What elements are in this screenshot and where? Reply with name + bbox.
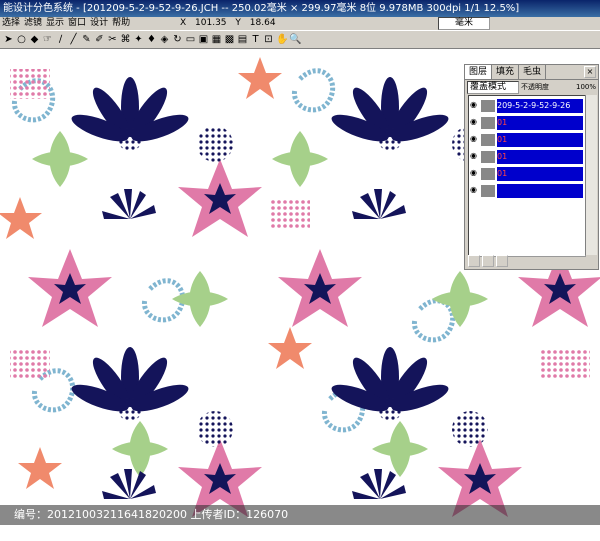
layer-scrollbar[interactable] (585, 95, 597, 255)
eye-icon[interactable]: ◉ (470, 169, 478, 177)
brush-icon[interactable]: ✐ (94, 33, 105, 46)
layer-thumbnail (481, 185, 495, 197)
close-icon[interactable]: × (584, 66, 596, 78)
title-bar: 能设计分色系统 - [201209-5-2-9-52-9-26.JCH -- 2… (0, 0, 600, 17)
eraser-icon[interactable]: ◆ (29, 33, 40, 46)
zoom-icon[interactable]: 🔍 (289, 33, 301, 46)
layer-thumbnail (481, 168, 495, 180)
panel-tabs: 图层 填充 毛虫 (465, 65, 598, 80)
menu-item-filter[interactable]: 滤镜 (24, 17, 42, 30)
opacity-label: 不透明度 (521, 83, 549, 91)
drop-icon[interactable]: ♦ (146, 33, 157, 46)
copy-icon[interactable]: ▣ (198, 33, 209, 46)
layer-row[interactable]: ◉ (469, 183, 585, 199)
panel-footer (468, 255, 508, 267)
line-icon[interactable]: ╱ (68, 33, 79, 46)
measure-icon[interactable]: ⊡ (263, 33, 274, 46)
menu-item-design[interactable]: 设计 (90, 17, 108, 30)
frame-icon[interactable]: ▩ (224, 33, 235, 46)
eye-icon[interactable]: ◉ (470, 152, 478, 160)
layer-row[interactable]: ◉ 01 (469, 166, 585, 182)
tab-fill[interactable]: 填充 (492, 65, 520, 79)
layer-thumbnail (481, 151, 495, 163)
menu-item-help[interactable]: 帮助 (112, 17, 130, 30)
layer-prefix: 01 (497, 118, 508, 127)
rect-icon[interactable]: ▭ (185, 33, 196, 46)
pencil-icon[interactable]: ✎ (81, 33, 92, 46)
layer-thumbnail (481, 134, 495, 146)
window-title: 能设计分色系统 - [201209-5-2-9-52-9-26.JCH -- 2… (3, 3, 520, 14)
layer-prefix: 01 (497, 152, 508, 161)
layer-row[interactable]: ◉ 01 (469, 149, 585, 165)
stamp-icon[interactable]: ⌘ (120, 33, 131, 46)
grid-icon[interactable]: ▦ (211, 33, 222, 46)
layer-name: 01 (497, 150, 583, 164)
layer-name: 01 (497, 116, 583, 130)
eye-icon[interactable]: ◉ (470, 135, 478, 143)
layer-row[interactable]: ◉ 01 (469, 115, 585, 131)
layer-name (497, 184, 583, 198)
menu-item-select[interactable]: 选择 (2, 17, 20, 30)
blend-mode-select[interactable]: 覆盖模式 (467, 80, 519, 94)
tool-bar: ➤ ○ ◆ ☞ ∕ ╱ ✎ ✐ ✂ ⌘ ✦ ♦ ◈ ↻ ▭ ▣ ▦ ▩ ▤ T ⊡ ✋ 🔍 (0, 30, 600, 49)
layer-prefix: 01 (497, 135, 508, 144)
hatch-icon[interactable]: ▤ (237, 33, 248, 46)
menu-bar: 选择 滤镜 显示 窗口 设计 帮助 (0, 17, 176, 30)
text-icon[interactable]: T (250, 33, 261, 46)
layer-thumbnail (481, 117, 495, 129)
eye-icon[interactable]: ◉ (470, 186, 478, 194)
hand-cursor-icon[interactable]: ☞ (42, 33, 53, 46)
rotate-icon[interactable]: ↻ (172, 33, 183, 46)
y-value: 18.64 (249, 18, 276, 28)
eye-icon[interactable]: ◉ (470, 101, 478, 109)
layer-row[interactable]: ◉ 209-5-2-9-52-9-26 (469, 98, 585, 114)
x-value: 101.35 (195, 18, 227, 28)
fill-icon[interactable]: ◈ (159, 33, 170, 46)
duplicate-layer-icon[interactable] (482, 255, 494, 267)
menu-item-view[interactable]: 显示 (46, 17, 64, 30)
layer-name: 209-5-2-9-52-9-26 (497, 99, 583, 113)
eye-icon[interactable]: ◉ (470, 118, 478, 126)
layers-panel: 图层 填充 毛虫 × 覆盖模式 不透明度 100% ◉ 209-5-2-9-52-… (464, 64, 599, 270)
x-label: X (180, 18, 187, 28)
pen-icon[interactable]: ∕ (55, 33, 66, 46)
blend-row: 覆盖模式 不透明度 100% (465, 80, 598, 94)
layer-thumbnail (481, 100, 495, 112)
unit-select[interactable]: 毫米 (438, 17, 490, 30)
tab-layers[interactable]: 图层 (465, 65, 493, 79)
pan-hand-icon[interactable]: ✋ (276, 33, 288, 46)
watermark-strip: 编号：20121003211641820200 上传者ID：126070 (0, 505, 600, 525)
opacity-value[interactable]: 100% (576, 83, 596, 91)
layer-list: ◉ 209-5-2-9-52-9-26 ◉ 01 ◉ 01 ◉ 01 ◉ 01 ◉ (468, 95, 586, 257)
watermark-text: 编号：20121003211641820200 上传者ID：126070 (14, 508, 289, 521)
new-layer-icon[interactable] (468, 255, 480, 267)
coordinate-bar: X 101.35 Y 18.64 毫米 (176, 17, 600, 30)
y-label: Y (235, 18, 241, 28)
layer-row[interactable]: ◉ 01 (469, 132, 585, 148)
select-arrow-icon[interactable]: ➤ (3, 33, 14, 46)
layer-name: 01 (497, 133, 583, 147)
layer-name: 01 (497, 167, 583, 181)
scissors-icon[interactable]: ✂ (107, 33, 118, 46)
layer-label: 209-5-2-9-52-9-26 (497, 101, 571, 110)
magic-icon[interactable]: ✦ (133, 33, 144, 46)
ellipse-icon[interactable]: ○ (16, 33, 27, 46)
delete-layer-icon[interactable] (496, 255, 508, 267)
menu-item-window[interactable]: 窗口 (68, 17, 86, 30)
tab-caterpillar[interactable]: 毛虫 (519, 65, 547, 79)
layer-prefix: 01 (497, 169, 508, 178)
